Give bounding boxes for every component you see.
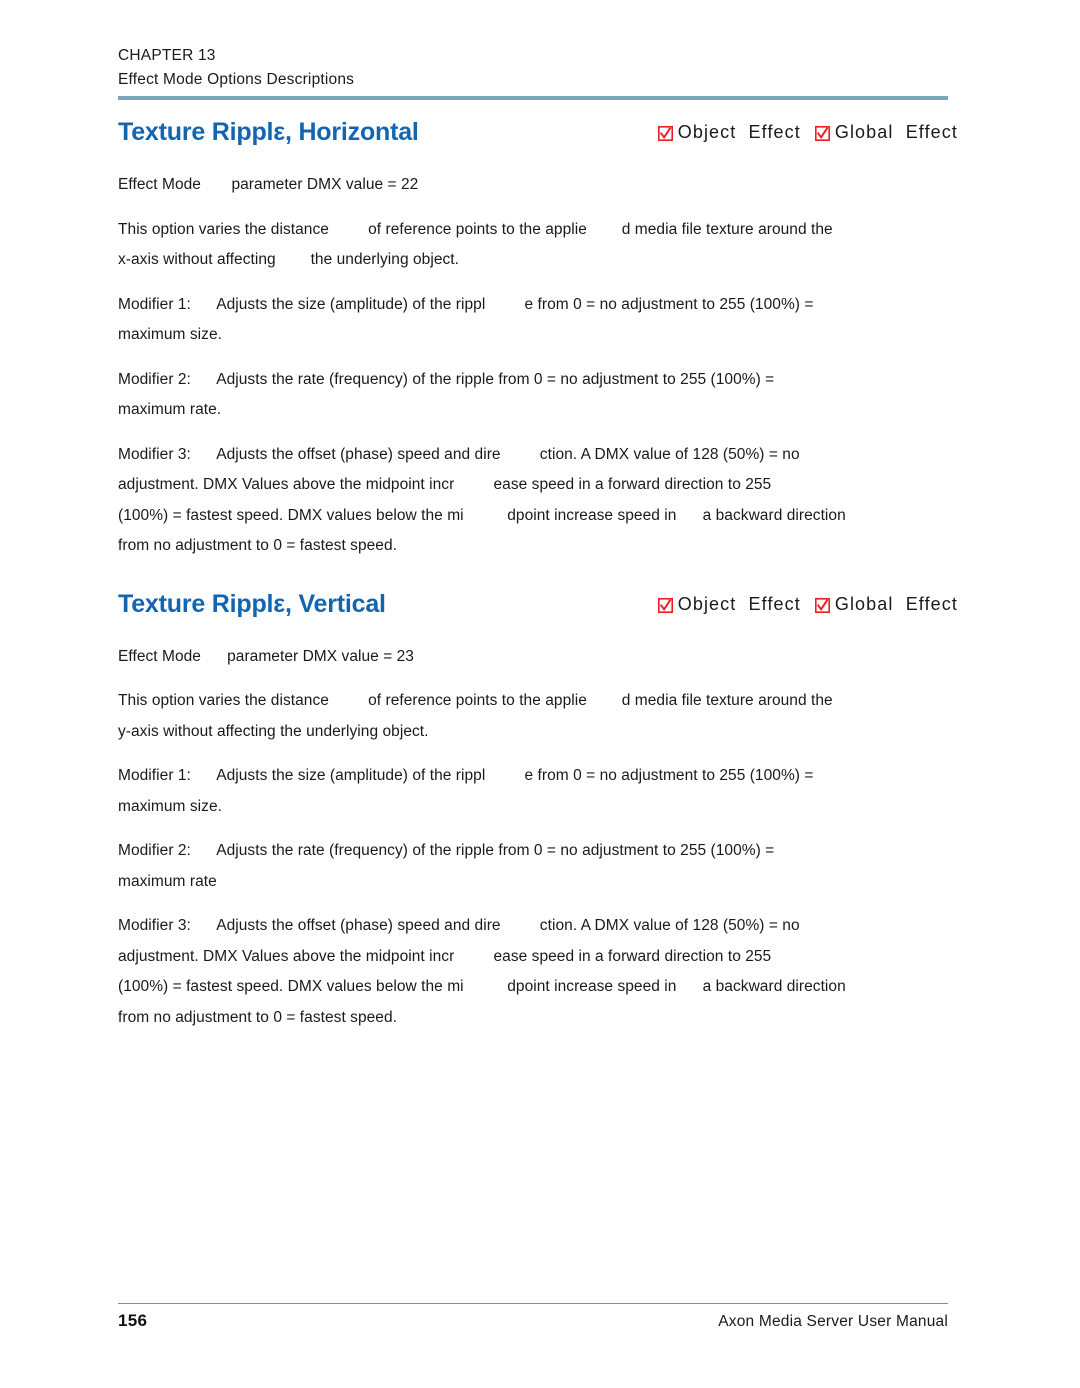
- effect-flags: Object Effect Global Effect: [657, 122, 958, 143]
- text-line: Effect Mode parameter DMX value = 23: [118, 647, 414, 665]
- section-texture-ripple-horizontal: Texture Ripplε, Horizontal Object Effect: [118, 118, 958, 562]
- section-title: Texture Ripplε, Horizontal: [118, 118, 419, 146]
- text-line: maximum size.: [118, 797, 222, 815]
- text-line: maximum rate: [118, 872, 217, 890]
- paragraph-modifier-1: Modifier 1: Adjusts the size (amplitude)…: [118, 290, 958, 351]
- text-line: Modifier 3: Adjusts the offset (phase) s…: [118, 917, 800, 934]
- document-page: CHAPTER 13 Effect Mode Options Descripti…: [0, 0, 1080, 1388]
- flag-global-effect[interactable]: Global Effect: [814, 593, 958, 615]
- text-line: Modifier 2: Adjusts the rate (frequency)…: [118, 370, 775, 388]
- footer-divider: [118, 1303, 948, 1304]
- text-line: from no adjustment to 0 = fastest speed.: [118, 1008, 398, 1026]
- text-line: maximum rate.: [118, 401, 222, 418]
- chapter-label: CHAPTER 13: [118, 47, 216, 64]
- manual-title: Axon Media Server User Manual: [718, 1313, 948, 1330]
- flag-label: Object Effect: [677, 593, 801, 614]
- text-line: Modifier 3: Adjusts the offset (phase) s…: [118, 445, 800, 463]
- page-header: CHAPTER 13 Effect Mode Options Descripti…: [118, 44, 948, 92]
- effect-mode-parameter: Effect Mode parameter DMX value = 23: [118, 642, 958, 673]
- text-line: This option varies the distance of refer…: [118, 692, 833, 709]
- header-divider: [118, 96, 948, 100]
- flag-object-effect[interactable]: Object Effect: [657, 593, 801, 615]
- effect-flags: Object Effect Global Effect: [657, 593, 958, 615]
- flag-label: Global Effect: [834, 122, 958, 142]
- text-line: from no adjustment to 0 = fastest speed.: [118, 537, 398, 554]
- chapter-subtitle: Effect Mode Options Descriptions: [118, 71, 355, 88]
- text-line: (100%) = fastest speed. DMX values below…: [118, 978, 846, 995]
- text-line: Effect Mode parameter DMX value = 22: [118, 176, 419, 193]
- text-line: Modifier 1: Adjusts the size (amplitude)…: [118, 295, 814, 313]
- paragraph-description: This option varies the distance of refer…: [118, 215, 958, 276]
- text-line: Modifier 1: Adjusts the size (amplitude)…: [118, 767, 814, 784]
- text-line: y-axis without affecting the underlying …: [118, 722, 429, 740]
- paragraph-modifier-1: Modifier 1: Adjusts the size (amplitude)…: [118, 761, 958, 822]
- document-body: Texture Ripplε, Horizontal Object Effect: [118, 118, 958, 1033]
- flag-label: Object Effect: [677, 122, 801, 142]
- flag-label: Global Effect: [834, 593, 958, 614]
- paragraph-description: This option varies the distance of refer…: [118, 686, 958, 747]
- text-line: x-axis without affecting the underlying …: [118, 251, 460, 268]
- section-header: Texture Ripplε, Vertical Object Effect G…: [118, 590, 958, 630]
- flag-object-effect[interactable]: Object Effect: [657, 122, 801, 143]
- text-line: maximum size.: [118, 326, 222, 343]
- text-line: adjustment. DMX Values above the midpoin…: [118, 947, 772, 965]
- paragraph-modifier-3: Modifier 3: Adjusts the offset (phase) s…: [118, 440, 958, 562]
- checked-checkbox-icon[interactable]: [657, 597, 673, 613]
- checked-checkbox-icon[interactable]: [814, 126, 830, 141]
- checked-checkbox-icon[interactable]: [814, 597, 830, 613]
- paragraph-modifier-2: Modifier 2: Adjusts the rate (frequency)…: [118, 836, 958, 897]
- effect-mode-parameter: Effect Mode parameter DMX value = 22: [118, 170, 958, 201]
- paragraph-modifier-2: Modifier 2: Adjusts the rate (frequency)…: [118, 365, 958, 426]
- text-line: Modifier 2: Adjusts the rate (frequency)…: [118, 842, 775, 859]
- text-line: (100%) = fastest speed. DMX values below…: [118, 506, 846, 524]
- flag-global-effect[interactable]: Global Effect: [814, 122, 958, 143]
- page-footer: 156 Axon Media Server User Manual: [118, 1311, 948, 1331]
- paragraph-modifier-3: Modifier 3: Adjusts the offset (phase) s…: [118, 911, 958, 1033]
- section-texture-ripple-vertical: Texture Ripplε, Vertical Object Effect G…: [118, 590, 958, 1034]
- section-header: Texture Ripplε, Horizontal Object Effect: [118, 118, 958, 158]
- section-title: Texture Ripplε, Vertical: [118, 589, 386, 618]
- page-number: 156: [118, 1311, 148, 1330]
- text-line: This option varies the distance of refer…: [118, 220, 833, 238]
- checked-checkbox-icon[interactable]: [657, 126, 673, 141]
- text-line: adjustment. DMX Values above the midpoin…: [118, 476, 772, 493]
